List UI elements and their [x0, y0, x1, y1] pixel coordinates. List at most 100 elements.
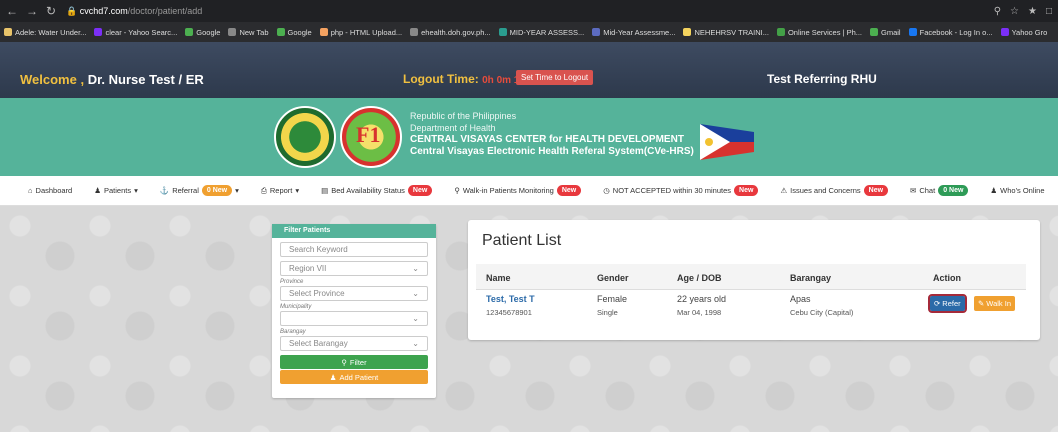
refer-button[interactable]: ⟳ Refer — [928, 294, 967, 313]
user-name: Dr. Nurse Test / ER — [87, 72, 204, 87]
nav-bed-availability[interactable]: ▤ Bed Availability Status New — [321, 185, 433, 196]
nav-chat[interactable]: ✉ Chat 0 New — [910, 185, 969, 196]
bookmark-item[interactable]: Gmail — [870, 28, 901, 37]
patient-civil-status: Single — [597, 308, 618, 317]
browser-nav: ← → ↻ — [6, 4, 66, 18]
chevron-down-icon: ⌄ — [412, 264, 419, 273]
logout-timer: Logout Time: 0h 0m 19s — [403, 72, 531, 86]
bookmark-item[interactable]: NEHEHRSV TRAINI... — [683, 28, 769, 37]
col-age: Age / DOB — [677, 273, 722, 283]
back-icon[interactable]: ← — [6, 4, 18, 18]
nav-report[interactable]: ⎙ Report ▾ — [261, 186, 299, 196]
nav-walkin-monitoring[interactable]: ⚲ Walk-in Patients Monitoring New — [454, 185, 582, 196]
walkin-icon: ✎ — [978, 299, 985, 308]
patient-gender: Female — [597, 294, 628, 304]
province-select[interactable]: Select Province ⌄ — [280, 286, 428, 301]
bed-icon: ▤ — [321, 186, 329, 195]
patient-list-card: Patient List Name Gender Age / DOB Baran… — [468, 220, 1040, 340]
clock-icon: ◷ — [603, 186, 610, 195]
doh-seal-logo — [274, 106, 336, 168]
f1-logo: F1 — [340, 106, 402, 168]
bookmark-favicon-icon — [908, 28, 917, 36]
nav-issues[interactable]: ⚠ Issues and Concerns New — [780, 185, 889, 196]
lock-icon: 🔒 — [66, 5, 80, 16]
extensions-icon[interactable]: ★ — [1028, 6, 1037, 17]
bookmark-item[interactable]: Facebook - Log In o... — [908, 28, 993, 37]
window-icon[interactable]: □ — [1046, 6, 1052, 17]
bookmark-favicon-icon — [776, 28, 785, 36]
filter-button[interactable]: ⚲ Filter — [280, 355, 428, 369]
bookmark-favicon-icon — [1000, 28, 1009, 36]
set-time-button[interactable]: Set Time to Logout — [516, 70, 594, 85]
search-icon: ⚲ — [341, 357, 347, 367]
caret-down-icon: ▾ — [134, 186, 138, 195]
bookmark-item[interactable]: clear - Yahoo Searc... — [94, 28, 177, 37]
nav-whos-online[interactable]: ♟ Who's Online — [990, 186, 1044, 195]
zoom-icon[interactable]: ⚲ — [994, 6, 1001, 17]
nav-dashboard[interactable]: ⌂ Dashboard — [28, 186, 72, 195]
facility-name: Test Referring RHU — [767, 72, 877, 86]
address-bar[interactable]: 🔒 cvchd7.com/doctor/patient/add — [66, 6, 994, 17]
user-icon: ♟ — [990, 186, 998, 195]
bookmark-item[interactable]: php - HTML Upload... — [319, 28, 402, 37]
browser-toolbar: ← → ↻ 🔒 cvchd7.com/doctor/patient/add ⚲ … — [0, 0, 1058, 22]
bookmark-item[interactable]: Mid-Year Assessme... — [592, 28, 675, 37]
url-path: /doctor/patient/add — [127, 5, 203, 16]
bookmark-favicon-icon — [870, 28, 879, 36]
nav-not-accepted[interactable]: ◷ NOT ACCEPTED within 30 minutes New — [603, 185, 759, 196]
chevron-down-icon: ⌄ — [412, 289, 419, 298]
add-patient-button[interactable]: ♟ Add Patient — [280, 370, 428, 384]
col-name: Name — [486, 273, 511, 283]
new-badge: New — [863, 185, 889, 196]
chat-icon: ✉ — [910, 186, 917, 195]
header-banner: F1 Republic of the Philippines Departmen… — [0, 98, 1058, 176]
bookmark-favicon-icon — [185, 28, 194, 36]
url-host: cvchd7.com — [79, 5, 128, 16]
bookmark-item[interactable]: Yahoo Gro — [1000, 28, 1047, 37]
bookmark-item[interactable]: MID-YEAR ASSESS... — [498, 28, 584, 37]
bookmark-item[interactable]: Google — [276, 28, 312, 37]
bookmark-item[interactable]: ehealth.doh.gov.ph... — [410, 28, 491, 37]
patient-name-link[interactable]: Test, Test T — [486, 294, 535, 304]
forward-icon[interactable]: → — [26, 4, 38, 18]
bookmark-favicon-icon — [498, 28, 507, 36]
star-icon[interactable]: ☆ — [1010, 6, 1019, 17]
nav-patients[interactable]: ♟ Patients ▾ — [94, 186, 138, 195]
col-gender: Gender — [597, 273, 629, 283]
bookmark-favicon-icon — [4, 28, 12, 36]
philippine-flag-icon — [700, 124, 754, 160]
nav-referral[interactable]: ⚓ Referral 0 New ▾ — [160, 185, 239, 196]
chevron-down-icon: ⌄ — [412, 314, 419, 323]
new-badge: New — [407, 185, 433, 196]
warning-icon: ⚠ — [780, 186, 788, 195]
users-icon: ♟ — [94, 186, 101, 195]
table-header: Name Gender Age / DOB Barangay Action — [476, 264, 1026, 290]
bookmark-item[interactable]: Adele: Water Under... — [4, 28, 86, 37]
browser-actions: ⚲ ☆ ★ □ — [994, 6, 1052, 17]
bookmark-favicon-icon — [410, 28, 419, 36]
bookmarks-bar: Adele: Water Under... clear - Yahoo Searc… — [0, 22, 1058, 42]
bookmark-item[interactable]: Online Services | Ph... — [776, 28, 862, 37]
referral-icon: ⚓ — [159, 186, 170, 195]
chat-badge: 0 New — [938, 185, 969, 196]
search-input[interactable]: Search Keyword — [280, 242, 428, 257]
filter-title: Filter Patients — [272, 224, 436, 238]
bookmark-item[interactable]: New Tab — [228, 28, 269, 37]
home-icon: ⌂ — [28, 186, 33, 195]
region-select[interactable]: Region VII ⌄ — [280, 261, 428, 276]
bookmark-item[interactable]: Google — [185, 28, 220, 37]
bookmark-favicon-icon — [276, 28, 285, 36]
reload-icon[interactable]: ↻ — [46, 4, 56, 18]
caret-down-icon: ▾ — [295, 186, 300, 195]
municipality-select[interactable]: ⌄ — [280, 311, 428, 326]
patient-dob: Mar 04, 1998 — [677, 308, 722, 317]
patient-city: Cebu City (Capital) — [790, 308, 854, 317]
organization-text: Republic of the Philippines Department o… — [410, 111, 694, 157]
bookmark-favicon-icon — [228, 28, 237, 36]
filter-panel: Filter Patients Search Keyword Region VI… — [272, 224, 436, 398]
walkin-button[interactable]: ✎ Walk In — [974, 296, 1016, 311]
chevron-down-icon: ⌄ — [412, 339, 419, 348]
barangay-select[interactable]: Select Barangay ⌄ — [280, 336, 428, 351]
province-label: Province — [280, 279, 304, 285]
refer-icon: ⟳ — [934, 299, 941, 308]
